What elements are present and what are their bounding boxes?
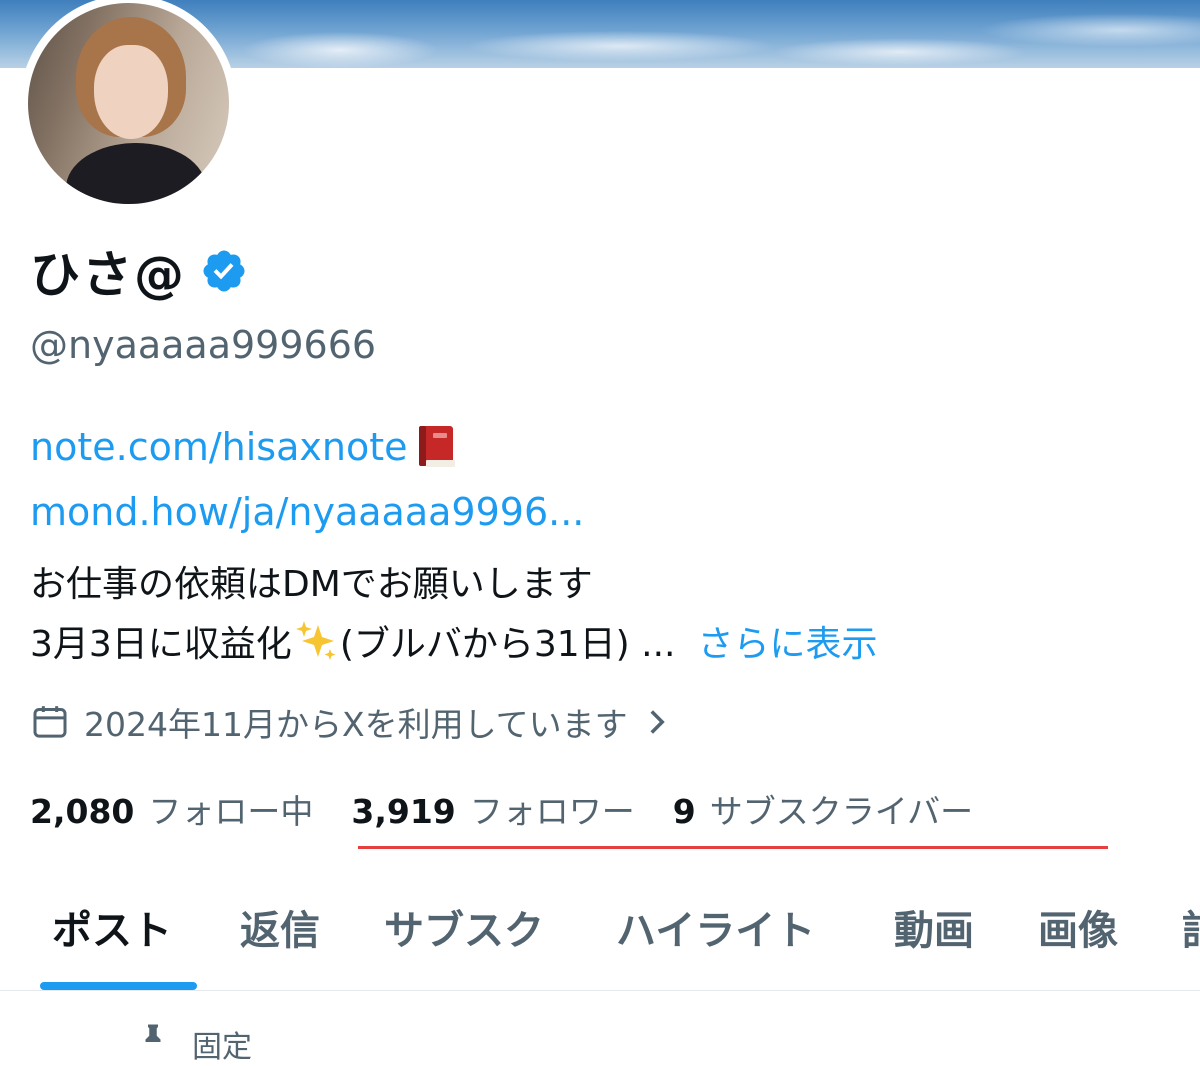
- tab-highlights[interactable]: ハイライト: [616, 898, 815, 956]
- joined-date[interactable]: 2024年11月からXを利用しています: [30, 698, 668, 746]
- subscribers-count: 9: [672, 792, 696, 831]
- tab-articles[interactable]: 記: [1182, 898, 1200, 956]
- bio-line-2: 3月3日に収益化 (ブルバから31日) ... さらに表示: [30, 615, 878, 667]
- bio-link-mond-text[interactable]: mond.how/ja/nyaaaaa9996...: [30, 490, 584, 534]
- tab-posts[interactable]: ポスト: [52, 898, 172, 956]
- bio-line-2-prefix: 3月3日に収益化: [30, 624, 292, 665]
- following-label: フォロー中: [148, 792, 314, 831]
- active-tab-indicator: [40, 982, 197, 990]
- bio-link-note-text[interactable]: note.com/hisaxnote: [30, 425, 407, 469]
- tabs-divider: [0, 990, 1200, 991]
- subscribers-label: サブスクライバー: [709, 792, 974, 831]
- profile-handle: @nyaaaaa999666: [30, 323, 377, 367]
- pinned-label: 固定: [192, 1030, 252, 1065]
- tab-images[interactable]: 画像: [1038, 898, 1118, 956]
- verified-badge-icon[interactable]: [200, 247, 248, 295]
- followers-label: フォロワー: [469, 792, 635, 831]
- avatar-photo: [28, 3, 229, 204]
- followers-count: 3,919: [351, 792, 456, 831]
- profile-tabs: ポスト 返信 サブスク ハイライト 動画 画像 記: [0, 868, 1200, 992]
- pinned-indicator: 固定: [140, 1022, 252, 1066]
- following-count: 2,080: [30, 792, 135, 831]
- annotation-underline: [358, 846, 1108, 849]
- subscribers-stat[interactable]: 9 サブスクライバー: [673, 785, 973, 833]
- sparkles-emoji-icon: [294, 619, 338, 663]
- following-stat[interactable]: 2,080 フォロー中: [30, 785, 313, 833]
- bio-line-2-suffix: (ブルバから31日) ...: [339, 624, 676, 665]
- joined-text: 2024年11月からXを利用しています: [84, 705, 628, 744]
- profile-avatar[interactable]: [20, 0, 237, 212]
- profile-stats: 2,080 フォロー中 3,919 フォロワー 9 サブスクライバー: [30, 785, 973, 833]
- tab-videos[interactable]: 動画: [894, 898, 974, 956]
- display-name: ひさ@: [30, 246, 186, 304]
- tab-replies[interactable]: 返信: [240, 898, 320, 956]
- pin-icon: [145, 1024, 161, 1042]
- chevron-right-icon: [650, 710, 665, 734]
- tab-subscriptions[interactable]: サブスク: [384, 898, 544, 956]
- bio-link-note[interactable]: note.com/hisaxnote: [30, 424, 459, 470]
- calendar-icon: [33, 706, 67, 738]
- bio-line-1: お仕事の依頼はDMでお願いします: [30, 564, 593, 605]
- book-emoji-icon: [415, 424, 459, 470]
- show-more-link[interactable]: さらに表示: [698, 615, 878, 667]
- followers-stat[interactable]: 3,919 フォロワー: [351, 785, 634, 833]
- bio-link-mond[interactable]: mond.how/ja/nyaaaaa9996...: [30, 490, 584, 534]
- display-name-row: ひさ@: [30, 236, 248, 306]
